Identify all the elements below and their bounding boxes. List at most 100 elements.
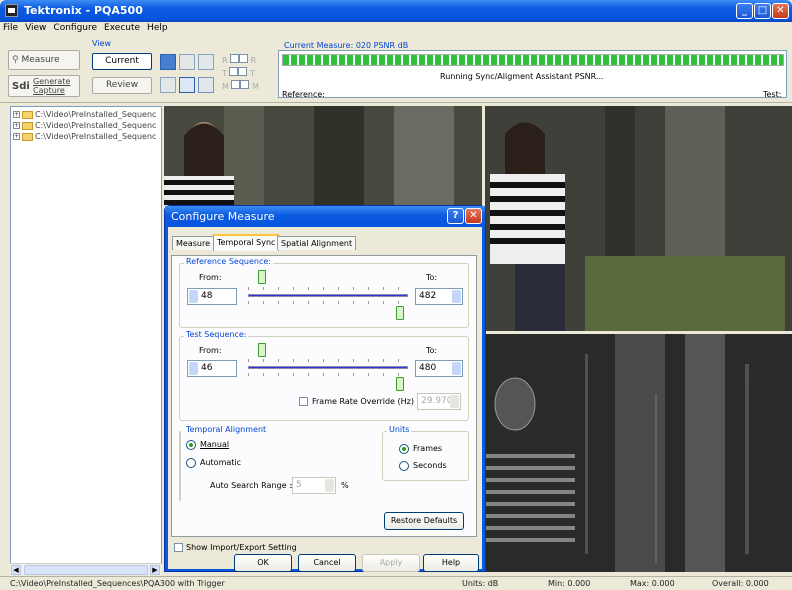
spin-arrows-icon[interactable]	[325, 479, 334, 492]
generate-capture-button[interactable]: Sdi Generate Capture	[8, 75, 80, 97]
spin-arrows-icon[interactable]	[189, 362, 198, 375]
scroll-left-icon[interactable]: ◀	[11, 565, 21, 575]
test-from-thumb[interactable]	[258, 343, 266, 357]
difference-map-frame	[485, 334, 792, 572]
spin-arrows-icon[interactable]	[450, 395, 459, 408]
reference-to-value: 482	[419, 291, 437, 301]
automatic-radio[interactable]	[186, 458, 196, 468]
layout-grid-icon[interactable]	[179, 54, 195, 70]
sequence-tree[interactable]: + C:\Video\PreInstalled_Sequenc + C:\Video…	[10, 106, 162, 575]
spin-arrows-icon[interactable]	[452, 290, 461, 303]
expand-icon[interactable]: +	[13, 133, 20, 140]
folder-icon	[22, 121, 33, 130]
test-range-slider[interactable]	[248, 366, 408, 369]
tree-item[interactable]: + C:\Video\PreInstalled_Sequenc	[13, 121, 156, 130]
frame-rate-value: 29.970	[421, 396, 453, 406]
list-view-icon[interactable]	[179, 77, 195, 93]
auto-search-stepper[interactable]: 5	[292, 477, 336, 494]
tree-horizontal-scrollbar[interactable]: ◀ ▶	[10, 563, 162, 575]
maximize-button[interactable]: □	[754, 3, 771, 19]
measure-mode-button[interactable]: ⚲ Measure	[8, 50, 80, 70]
frames-radio[interactable]	[399, 444, 409, 454]
waveform-icon[interactable]	[160, 77, 176, 93]
tab-temporal-sync[interactable]: Temporal Sync	[213, 234, 280, 251]
check-label-m: M	[222, 82, 229, 91]
dialog-title: Configure Measure	[171, 210, 275, 223]
reference-slider-ticks	[248, 287, 408, 290]
reference-from-thumb[interactable]	[258, 270, 266, 284]
reference-from-stepper[interactable]: 48	[187, 288, 237, 305]
check-m2[interactable]	[240, 80, 250, 89]
dialog-title-bar: Configure Measure ? ✕	[165, 206, 485, 227]
auto-search-unit: %	[341, 481, 349, 490]
reference-to-stepper[interactable]: 482	[415, 288, 463, 305]
auto-search-value: 5	[296, 480, 302, 490]
restore-defaults-button[interactable]: Restore Defaults	[384, 512, 464, 530]
layout-split-icon[interactable]	[198, 54, 214, 70]
app-icon	[5, 4, 18, 17]
runner-shirt	[490, 174, 565, 264]
current-measure-label: Current Measure: 020 PSNR dB	[284, 41, 409, 50]
frame-rate-override-checkbox[interactable]	[299, 397, 308, 406]
test-from-stepper[interactable]: 46	[187, 360, 237, 377]
test-to-stepper[interactable]: 480	[415, 360, 463, 377]
scroll-right-icon[interactable]: ▶	[150, 565, 160, 575]
layout-quad-icon[interactable]	[160, 54, 176, 70]
tree-item[interactable]: + C:\Video\PreInstalled_Sequenc	[13, 132, 156, 141]
reference-range-slider[interactable]	[248, 294, 408, 297]
dialog-close-button[interactable]: ✕	[465, 208, 482, 224]
check-t2[interactable]	[238, 67, 248, 76]
temporal-alignment-label: Temporal Alignment	[184, 425, 269, 434]
check-r2[interactable]	[239, 54, 249, 63]
units-label: Units	[387, 425, 412, 434]
test-group-label: Test Sequence:	[184, 330, 249, 339]
reference-to-thumb[interactable]	[396, 306, 404, 320]
seconds-radio[interactable]	[399, 461, 409, 471]
menu-execute[interactable]: Execute	[101, 22, 144, 33]
spin-arrows-icon[interactable]	[452, 362, 461, 375]
tab-measure[interactable]: Measure	[172, 236, 214, 250]
view-checkboxes: R R T T M M	[222, 54, 259, 93]
generate-label: Generate Capture	[33, 77, 71, 95]
expand-icon[interactable]: +	[13, 122, 20, 129]
running-status-text: Running Sync/Aligment Assistant PSNR...	[440, 72, 604, 81]
help-icon[interactable]: ?	[447, 208, 464, 224]
spin-arrows-icon[interactable]	[189, 290, 198, 303]
check-label-m2: M	[252, 82, 259, 91]
close-button[interactable]: ✕	[772, 3, 789, 19]
test-from-value: 46	[201, 363, 213, 373]
show-import-export-checkbox[interactable]	[174, 543, 183, 552]
reference-to-label: To:	[426, 273, 438, 282]
manual-radio[interactable]	[186, 440, 196, 450]
status-max: Max: 0.000	[630, 579, 675, 588]
menu-view[interactable]: View	[22, 22, 50, 33]
test-to-thumb[interactable]	[396, 377, 404, 391]
tab-spatial-alignment[interactable]: Spatial Alignment	[277, 236, 357, 250]
single-view-icon[interactable]	[198, 77, 214, 93]
map-video-pane	[485, 334, 792, 572]
tree-item[interactable]: + C:\Video\PreInstalled_Sequenc	[13, 110, 156, 119]
menu-help[interactable]: Help	[144, 22, 172, 33]
review-button[interactable]: Review	[92, 77, 152, 94]
status-min: Min: 0.000	[548, 579, 591, 588]
check-r[interactable]	[230, 54, 240, 63]
apply-button[interactable]: Apply	[362, 554, 420, 572]
help-button[interactable]: Help	[423, 554, 479, 572]
check-label-t2: T	[249, 69, 255, 78]
status-bar: C:\Video\PreInstalled_Sequences\PQA300 w…	[0, 576, 792, 590]
test-from-label: From:	[199, 346, 222, 355]
automatic-label: Automatic	[200, 458, 242, 467]
cancel-button[interactable]: Cancel	[298, 554, 356, 572]
frame-rate-stepper[interactable]: 29.970	[417, 393, 461, 410]
minimize-button[interactable]: _	[736, 3, 753, 19]
status-units: Units: dB	[462, 579, 499, 588]
scroll-thumb[interactable]	[24, 565, 148, 575]
menu-configure[interactable]: Configure	[50, 22, 101, 33]
check-m[interactable]	[231, 80, 241, 89]
ok-button[interactable]: OK	[234, 554, 292, 572]
menu-file[interactable]: File	[0, 22, 22, 33]
current-button[interactable]: Current	[92, 53, 152, 70]
manual-label: Manual	[200, 440, 230, 449]
expand-icon[interactable]: +	[13, 111, 20, 118]
check-t[interactable]	[229, 67, 239, 76]
